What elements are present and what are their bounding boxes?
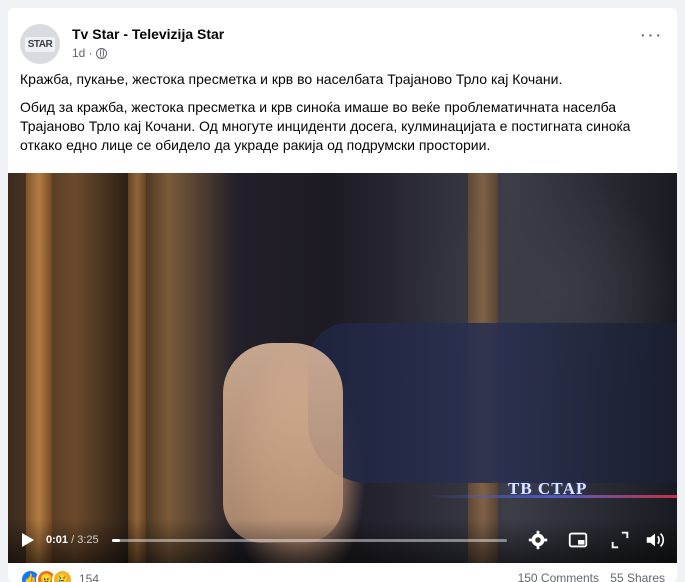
video-hand	[223, 343, 343, 543]
page-logo: STAR	[24, 36, 56, 52]
post-meta: 1d ·	[72, 46, 107, 60]
post-card: STAR Tv Star - Televizija Star 1d · ··· …	[8, 8, 677, 582]
settings-icon[interactable]	[527, 529, 549, 551]
page-name[interactable]: Tv Star - Televizija Star	[72, 26, 224, 42]
video-arm	[308, 323, 677, 483]
time-separator: /	[68, 534, 78, 546]
window-frame	[128, 173, 146, 563]
video-player[interactable]: ТВ СТАР 0:01 / 3:25	[8, 173, 677, 563]
picture-in-picture-icon[interactable]	[567, 529, 589, 551]
progress-fill	[112, 539, 120, 542]
channel-watermark: ТВ СТАР	[428, 473, 677, 513]
post-header: STAR Tv Star - Televizija Star 1d · ···	[20, 22, 665, 64]
reaction-count: 154	[79, 572, 100, 582]
post-body: Обид за кражба, жестока пресметка и крв …	[20, 99, 631, 153]
window-frame	[26, 173, 52, 563]
current-time: 0:01	[46, 534, 69, 546]
post-title: Кражба, пукање, жестока пресметка и крв …	[20, 71, 563, 87]
post-timestamp[interactable]: 1d ·	[72, 46, 93, 60]
video-time: 0:01 / 3:25	[46, 534, 99, 546]
more-options-icon[interactable]: ···	[637, 25, 665, 52]
reactions-summary[interactable]: 👍 😠 😢 154	[20, 568, 99, 582]
duration: 3:25	[77, 534, 99, 546]
progress-bar[interactable]	[112, 539, 507, 542]
sad-reaction-icon: 😢	[52, 568, 73, 582]
watermark-text: ТВ СТАР	[508, 479, 588, 498]
volume-icon[interactable]	[644, 529, 666, 551]
globe-icon	[95, 47, 107, 59]
video-controls: 0:01 / 3:25	[8, 519, 677, 563]
fullscreen-icon[interactable]	[609, 529, 631, 551]
engagement-stats: 150 Comments 55 Shares	[510, 571, 665, 582]
shares-count[interactable]: 55 Shares	[610, 571, 665, 582]
page-avatar[interactable]: STAR	[20, 24, 60, 64]
comments-count[interactable]: 150 Comments	[518, 571, 599, 582]
play-icon[interactable]	[22, 533, 34, 547]
